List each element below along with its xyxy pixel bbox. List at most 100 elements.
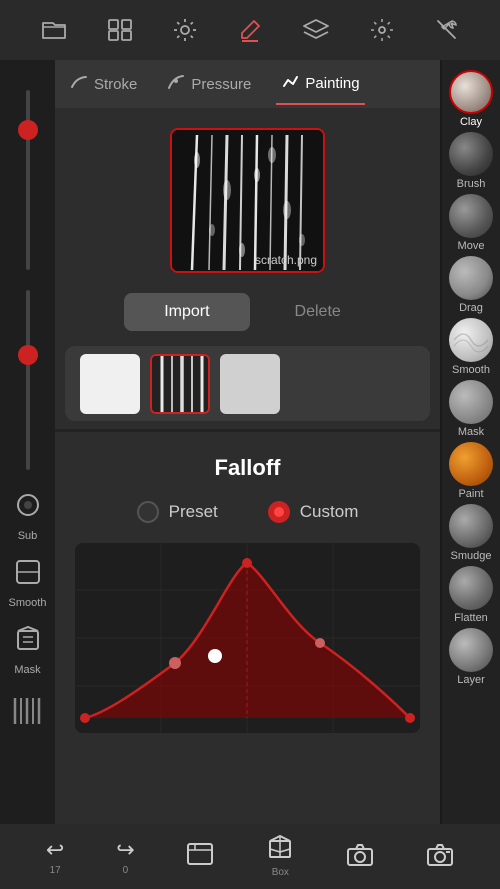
brush-preview-container: scratch.png xyxy=(55,108,440,283)
sub-label: Sub xyxy=(18,530,38,542)
mask-tool-left[interactable] xyxy=(8,619,48,659)
paint-label: Paint xyxy=(458,488,483,500)
tab-pressure-label: Pressure xyxy=(191,76,251,93)
layers-icon[interactable] xyxy=(303,19,329,41)
reference-icon xyxy=(186,842,214,872)
sun-icon[interactable] xyxy=(173,18,197,42)
swatch-white[interactable] xyxy=(80,354,140,414)
drag-label: Drag xyxy=(459,302,483,314)
brush-filename-label: scratch.png xyxy=(255,253,317,267)
mask-ball xyxy=(449,380,493,424)
import-button[interactable]: Import xyxy=(124,293,249,331)
redo-count: 0 xyxy=(123,865,129,876)
smooth-label: Smooth xyxy=(9,597,47,609)
mask-label: Mask xyxy=(14,664,40,676)
sidebar-tool-smooth[interactable]: Smooth xyxy=(444,318,498,376)
reference-button[interactable] xyxy=(186,842,214,872)
tab-painting[interactable]: Painting xyxy=(276,64,364,105)
custom-radio[interactable] xyxy=(268,501,290,523)
camera-front-button[interactable] xyxy=(346,842,374,872)
sidebar-tool-clay[interactable]: Clay xyxy=(444,70,498,128)
sidebar-tool-mask[interactable]: Mask xyxy=(444,380,498,438)
paint-ball xyxy=(449,442,493,486)
tools-icon[interactable] xyxy=(435,18,459,42)
strength-slider-thumb[interactable] xyxy=(18,345,38,365)
files-icon[interactable] xyxy=(41,19,67,41)
clay-ball xyxy=(449,70,493,114)
clay-label: Clay xyxy=(460,116,482,128)
preset-label: Preset xyxy=(169,502,218,522)
brush-lines-icon[interactable] xyxy=(8,691,48,731)
swatch-gray[interactable] xyxy=(220,354,280,414)
tab-painting-label: Painting xyxy=(305,75,359,92)
box-icon xyxy=(266,835,294,865)
smooth-label-right: Smooth xyxy=(452,364,490,376)
sidebar-tool-move[interactable]: Move xyxy=(444,194,498,252)
falloff-section: Falloff Preset Custom xyxy=(55,440,440,748)
tab-stroke[interactable]: Stroke xyxy=(65,65,142,104)
undo-count: 17 xyxy=(50,865,61,876)
layer-label: Layer xyxy=(457,674,485,686)
falloff-radio-group: Preset Custom xyxy=(75,501,420,523)
smooth-tool-left[interactable] xyxy=(8,552,48,592)
settings-icon[interactable] xyxy=(370,18,394,42)
redo-icon: ↪ xyxy=(116,837,134,863)
box-label: Box xyxy=(272,867,289,878)
sidebar-tool-smudge[interactable]: Smudge xyxy=(444,504,498,562)
brush-ball xyxy=(449,132,493,176)
main-panel: Stroke Pressure Painting xyxy=(55,60,440,849)
sub-tool[interactable] xyxy=(8,485,48,525)
smudge-label: Smudge xyxy=(451,550,492,562)
smooth-ball xyxy=(449,318,493,362)
grid-icon[interactable] xyxy=(108,19,132,41)
undo-button[interactable]: ↩ 17 xyxy=(46,837,64,876)
smudge-ball xyxy=(449,504,493,548)
flatten-label: Flatten xyxy=(454,612,488,624)
sidebar-tool-drag[interactable]: Drag xyxy=(444,256,498,314)
custom-radio-inner xyxy=(274,507,284,517)
custom-label: Custom xyxy=(300,502,359,522)
size-slider[interactable] xyxy=(0,80,55,280)
layer-ball xyxy=(449,628,493,672)
painting-icon xyxy=(281,72,299,95)
undo-icon: ↩ xyxy=(46,837,64,863)
falloff-curve-graph[interactable] xyxy=(75,543,420,733)
texture-swatches xyxy=(65,346,430,421)
right-sidebar: Clay Brush Move Drag Smooth Mask Paint xyxy=(442,0,500,889)
left-sidebar: Sub Smooth Mask xyxy=(0,60,55,849)
top-toolbar xyxy=(0,0,500,60)
scratch-lines-bg xyxy=(172,130,323,271)
redo-button[interactable]: ↪ 0 xyxy=(116,837,134,876)
preset-option[interactable]: Preset xyxy=(137,501,218,523)
move-ball xyxy=(449,194,493,238)
swatch-lines[interactable] xyxy=(150,354,210,414)
sidebar-tool-flatten[interactable]: Flatten xyxy=(444,566,498,624)
size-slider-thumb[interactable] xyxy=(18,120,38,140)
custom-option[interactable]: Custom xyxy=(268,501,359,523)
brush-label: Brush xyxy=(457,178,486,190)
mask-label-right: Mask xyxy=(458,426,484,438)
section-divider xyxy=(55,429,440,432)
flatten-ball xyxy=(449,566,493,610)
camera-front-icon xyxy=(346,842,374,872)
sidebar-tool-brush[interactable]: Brush xyxy=(444,132,498,190)
tab-stroke-label: Stroke xyxy=(94,76,137,93)
strength-slider[interactable] xyxy=(0,280,55,480)
action-buttons: Import Delete xyxy=(55,283,440,341)
box-button[interactable]: Box xyxy=(266,835,294,878)
sidebar-tool-layer[interactable]: Layer xyxy=(444,628,498,686)
bottom-toolbar: ↩ 17 ↪ 0 Box xyxy=(0,824,500,889)
preset-radio[interactable] xyxy=(137,501,159,523)
drag-ball xyxy=(449,256,493,300)
tab-pressure[interactable]: Pressure xyxy=(162,65,256,104)
brush-preview[interactable]: scratch.png xyxy=(170,128,325,273)
move-label: Move xyxy=(458,240,485,252)
brush-active-icon[interactable] xyxy=(238,18,262,42)
delete-button[interactable]: Delete xyxy=(265,293,371,331)
pressure-icon xyxy=(167,73,185,96)
camera-back-icon xyxy=(426,842,454,872)
camera-back-button[interactable] xyxy=(426,842,454,872)
sidebar-tool-paint[interactable]: Paint xyxy=(444,442,498,500)
falloff-title: Falloff xyxy=(75,455,420,481)
stroke-icon xyxy=(70,73,88,96)
